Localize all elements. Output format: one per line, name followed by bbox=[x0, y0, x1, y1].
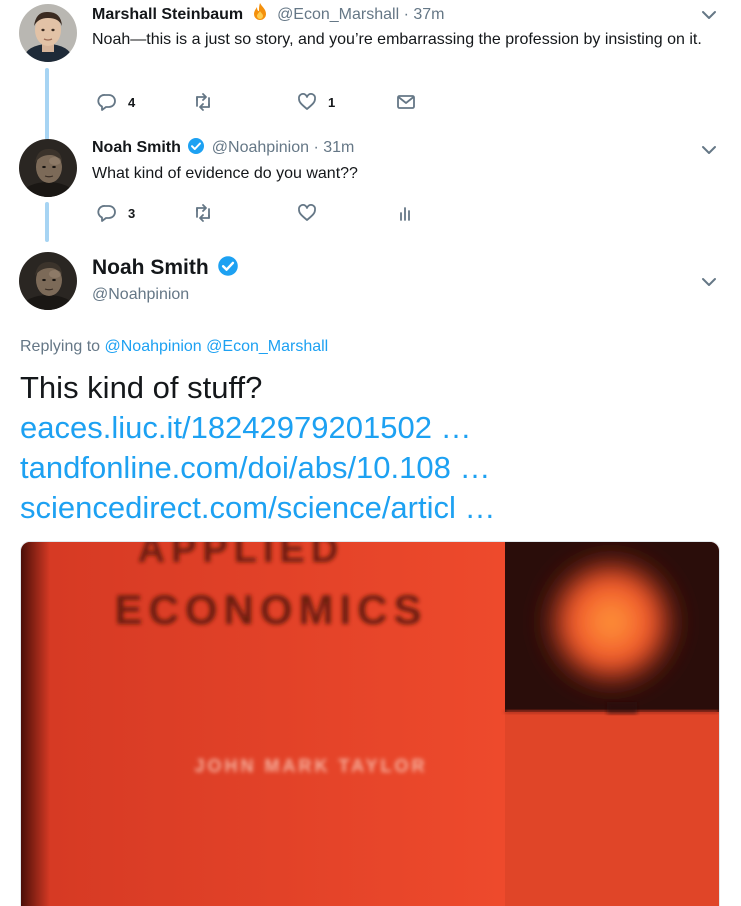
tweet-header: Noah Smith @Noahpinion · 31m bbox=[92, 137, 354, 161]
analytics-icon bbox=[395, 202, 417, 224]
retweet-button[interactable] bbox=[192, 202, 214, 224]
reply-count: 3 bbox=[128, 205, 136, 221]
avatar-noah-main[interactable] bbox=[19, 252, 77, 310]
like-button[interactable] bbox=[296, 202, 318, 224]
tweet-link[interactable]: sciencedirect.com/science/articl … bbox=[20, 488, 496, 528]
mail-icon bbox=[395, 91, 417, 113]
retweet-icon bbox=[192, 91, 214, 113]
tweet-thread: Marshall Steinbaum @Econ_Marshall · 37m … bbox=[0, 0, 741, 906]
reply-count: 4 bbox=[128, 94, 136, 110]
heart-icon bbox=[296, 202, 318, 224]
avatar-noah[interactable] bbox=[19, 139, 77, 197]
reply-icon bbox=[96, 202, 118, 224]
author-name[interactable]: Noah Smith bbox=[92, 256, 209, 279]
verified-badge-icon bbox=[187, 137, 205, 161]
heart-icon bbox=[296, 91, 318, 113]
analytics-button[interactable] bbox=[395, 202, 417, 224]
main-tweet-text: This kind of stuff? bbox=[20, 370, 263, 405]
author-name[interactable]: Marshall Steinbaum bbox=[92, 6, 243, 23]
tweet-text: Noah—this is a just so story, and you’re… bbox=[92, 31, 702, 48]
tweet-timestamp[interactable]: 31m bbox=[323, 139, 354, 156]
verified-badge-icon bbox=[217, 255, 239, 284]
retweet-icon bbox=[192, 202, 214, 224]
main-tweet-body: This kind of stuff? eaces.liuc.it/182429… bbox=[20, 368, 496, 528]
separator-dot: · bbox=[313, 139, 319, 156]
author-handle[interactable]: @Econ_Marshall bbox=[277, 6, 399, 23]
separator-dot: · bbox=[403, 6, 409, 23]
author-name[interactable]: Noah Smith bbox=[92, 139, 181, 156]
card-author-text: JOHN MARK TAYLOR bbox=[194, 756, 427, 776]
tweet-actions: 3 bbox=[92, 202, 432, 226]
reply-button[interactable]: 3 bbox=[96, 202, 135, 224]
fire-icon bbox=[250, 2, 270, 28]
main-author-name-row: Noah Smith bbox=[92, 255, 241, 284]
chevron-down-icon[interactable] bbox=[699, 5, 719, 25]
like-count: 1 bbox=[328, 94, 336, 110]
chevron-down-icon[interactable] bbox=[699, 272, 719, 292]
card-image: APPLIED ECONOMICS JOHN MARK TAYLOR bbox=[21, 542, 719, 906]
card-title-text: ECONOMICS bbox=[114, 586, 427, 633]
tweet-actions: 4 1 bbox=[92, 91, 432, 115]
replying-to: Replying to @Noahpinion @Econ_Marshall bbox=[20, 337, 328, 357]
link-preview-card[interactable]: APPLIED ECONOMICS JOHN MARK TAYLOR bbox=[20, 541, 720, 906]
tweet-timestamp[interactable]: 37m bbox=[413, 6, 444, 23]
tweet-link[interactable]: eaces.liuc.it/18242979201502 … bbox=[20, 408, 496, 448]
direct-message-button[interactable] bbox=[395, 91, 417, 113]
card-title-text: APPLIED bbox=[138, 542, 345, 571]
reply-button[interactable]: 4 bbox=[96, 91, 135, 113]
tweet-text: What kind of evidence do you want?? bbox=[92, 165, 358, 182]
replying-prefix: Replying to bbox=[20, 338, 101, 355]
chevron-down-icon[interactable] bbox=[699, 140, 719, 160]
thread-connector bbox=[45, 202, 49, 242]
like-button[interactable]: 1 bbox=[296, 91, 335, 113]
tweet-header: Marshall Steinbaum @Econ_Marshall · 37m bbox=[92, 2, 445, 28]
author-handle[interactable]: @Noahpinion bbox=[212, 139, 309, 156]
tweet-link[interactable]: tandfonline.com/doi/abs/10.108 … bbox=[20, 448, 496, 488]
retweet-button[interactable] bbox=[192, 91, 214, 113]
mention-link[interactable]: @Econ_Marshall bbox=[206, 338, 328, 355]
avatar-marshall[interactable] bbox=[19, 4, 77, 62]
reply-icon bbox=[96, 91, 118, 113]
author-handle[interactable]: @Noahpinion bbox=[92, 285, 189, 305]
thread-connector bbox=[45, 68, 49, 140]
mention-link[interactable]: @Noahpinion bbox=[105, 338, 202, 355]
